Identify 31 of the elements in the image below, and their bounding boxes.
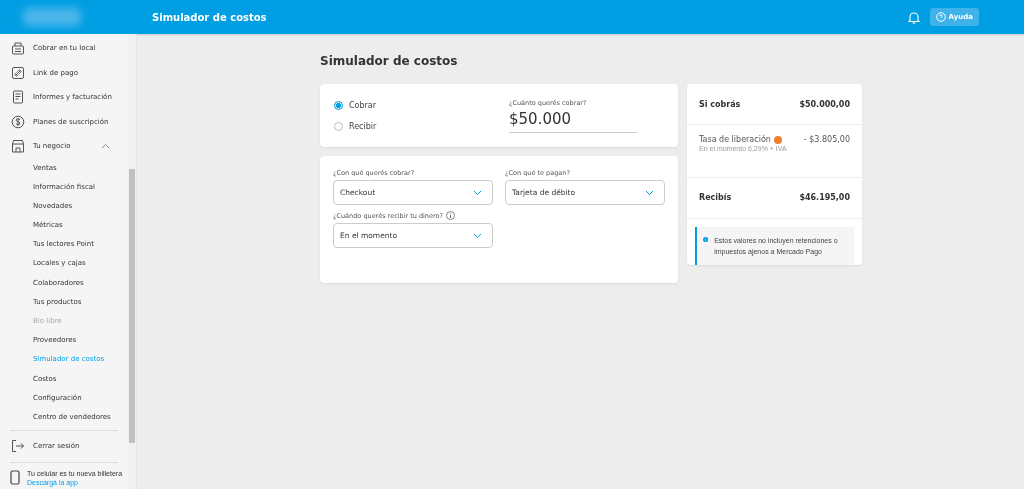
summary-label: Si cobrás: [699, 99, 741, 109]
info-badge-icon[interactable]: [773, 135, 782, 144]
radio-option[interactable]: Recibir: [334, 121, 509, 131]
phone-icon: [10, 470, 20, 486]
store-icon: [11, 139, 25, 154]
radio-button[interactable]: [334, 100, 343, 110]
chevron-up-icon[interactable]: [101, 143, 110, 150]
logout-icon: [11, 439, 25, 454]
bell-icon[interactable]: [907, 10, 920, 24]
page-title: Simulador de costos: [320, 54, 459, 68]
chevron-down-icon: [473, 189, 482, 196]
summary-label: Tasa de liberación: [699, 135, 771, 145]
radio-option[interactable]: Cobrar: [334, 100, 509, 110]
register-icon: [11, 41, 25, 56]
logo-blur: [22, 8, 82, 26]
info-icon[interactable]: [445, 211, 455, 220]
summary-value: $46.195,00: [799, 193, 850, 203]
chevron-down-icon: [645, 189, 654, 196]
help-icon: [935, 12, 946, 22]
amount-field[interactable]: $50.000: [509, 107, 637, 133]
dollar-icon: [11, 114, 25, 129]
scrollbar[interactable]: [128, 34, 136, 489]
chevron-down-icon: [473, 232, 482, 239]
link-icon: [11, 65, 25, 80]
scroll-thumb[interactable]: [129, 169, 135, 443]
summary-value: - $3.805,00: [803, 135, 850, 145]
header-title: Simulador de costos: [152, 11, 268, 23]
info-icon: [703, 235, 709, 244]
summary-label: Recibís: [699, 193, 732, 203]
document-icon: [11, 90, 25, 105]
summary-value: $50.000,00: [799, 99, 850, 109]
